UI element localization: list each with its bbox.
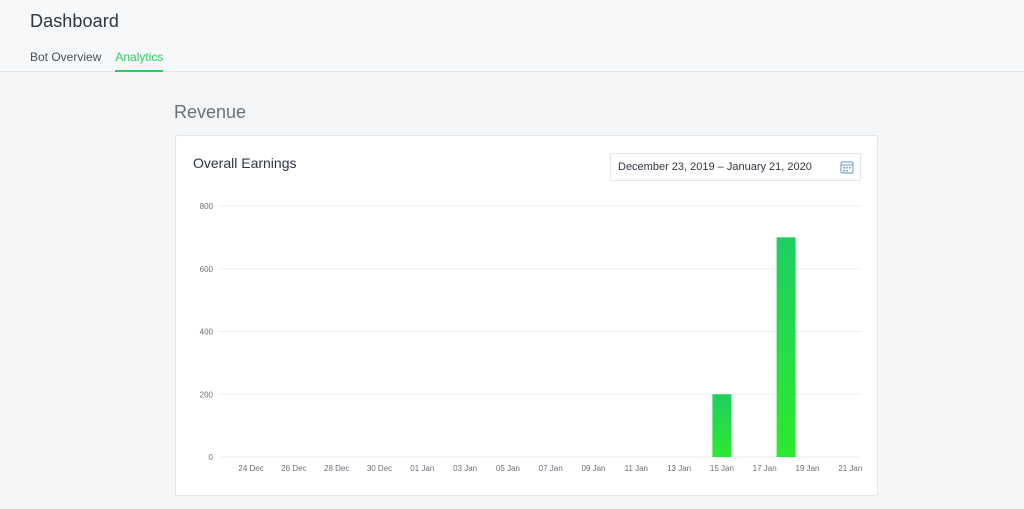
x-tick-label: 01 Jan [410, 464, 434, 473]
x-tick-label: 09 Jan [581, 464, 605, 473]
x-tick-label: 15 Jan [710, 464, 734, 473]
x-tick-label: 21 Jan [838, 464, 862, 473]
section-title: Revenue [174, 102, 247, 122]
y-tick-label: 600 [200, 265, 214, 274]
x-tick-label: 05 Jan [496, 464, 520, 473]
y-tick-label: 400 [200, 328, 214, 337]
earnings-card: Overall Earnings December 23, 2019 – Jan… [175, 135, 878, 496]
x-tick-label: 26 Dec [281, 464, 306, 473]
y-tick-label: 800 [200, 202, 214, 211]
tab-bot-overview[interactable]: Bot Overview [30, 50, 101, 72]
top-header: Dashboard Bot Overview Analytics [0, 0, 1024, 72]
x-tick-label: 11 Jan [625, 464, 648, 473]
x-tick-label: 07 Jan [539, 464, 563, 473]
earnings-bar-chart: 0 200 400 600 800 24 Dec 26 Dec 28 Dec 30 Dec 01 … [200, 202, 863, 473]
x-tick-label: 13 Jan [667, 464, 691, 473]
y-tick-label: 0 [209, 453, 214, 462]
x-tick-label: 03 Jan [453, 464, 477, 473]
tab-analytics[interactable]: Analytics [115, 50, 164, 72]
earnings-bar[interactable] [712, 394, 732, 457]
x-tick-label: 17 Jan [753, 464, 777, 473]
tab-bar: Bot Overview Analytics [30, 50, 177, 72]
x-tick-label: 28 Dec [324, 464, 349, 473]
x-tick-label: 24 Dec [238, 464, 263, 473]
y-tick-label: 200 [200, 390, 214, 399]
earnings-bar[interactable] [776, 237, 796, 457]
x-tick-label: 30 Dec [367, 464, 392, 473]
page-title: Dashboard [30, 11, 119, 31]
x-tick-label: 19 Jan [795, 464, 819, 473]
